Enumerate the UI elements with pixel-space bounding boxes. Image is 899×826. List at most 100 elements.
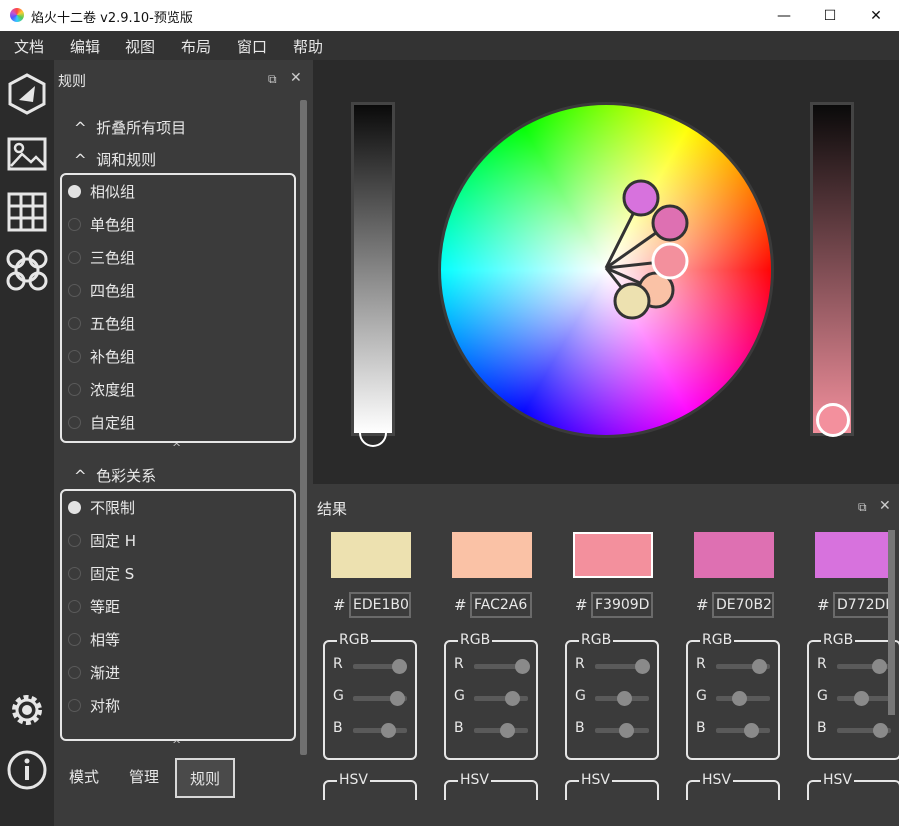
rgb-label: RGB: [337, 632, 372, 648]
slider-knob[interactable]: [634, 659, 650, 674]
channel-label: G: [696, 688, 707, 704]
hex-input[interactable]: F3909D: [591, 592, 653, 618]
channel-label: G: [333, 688, 344, 704]
slider-knob[interactable]: [752, 659, 767, 674]
float-panel-icon[interactable]: ⧉: [268, 72, 277, 87]
grid-icon[interactable]: [5, 190, 49, 234]
collapse-relation-icon[interactable]: ^: [172, 738, 181, 751]
color-swatch[interactable]: [815, 532, 895, 578]
channel-slider[interactable]: [353, 659, 407, 674]
float-panel-icon[interactable]: ⧉: [858, 500, 867, 515]
relation-option[interactable]: 不限制: [66, 496, 135, 518]
slider-knob[interactable]: [505, 691, 520, 706]
color-swatch[interactable]: [694, 532, 774, 578]
color-swatch[interactable]: [331, 532, 411, 578]
menu-document[interactable]: 文档: [14, 36, 44, 57]
close-panel-icon[interactable]: ✕: [290, 70, 302, 86]
slider-knob[interactable]: [871, 659, 887, 674]
hsv-group: HSV: [686, 772, 780, 800]
close-button[interactable]: ✕: [853, 0, 899, 31]
menu-window[interactable]: 窗口: [237, 36, 267, 57]
blend-icon[interactable]: [5, 248, 49, 292]
channel-label: R: [333, 656, 343, 672]
slider-knob[interactable]: [391, 659, 407, 674]
channel-slider[interactable]: [595, 659, 650, 674]
menu-help[interactable]: 帮助: [293, 36, 323, 57]
panel-scrollbar[interactable]: [300, 100, 307, 755]
slider-knob[interactable]: [499, 723, 515, 738]
saturation-slider[interactable]: [810, 102, 854, 437]
harmony-option[interactable]: 四色组: [66, 279, 135, 301]
color-marker[interactable]: [622, 179, 660, 217]
slider-knob[interactable]: [853, 691, 869, 706]
selected-color-marker[interactable]: [651, 242, 689, 280]
channel-slider[interactable]: [837, 723, 891, 738]
channel-slider[interactable]: [474, 659, 531, 674]
image-icon[interactable]: [5, 132, 49, 176]
harmony-option[interactable]: 单色组: [66, 213, 135, 235]
collapse-all-toggle[interactable]: ^ 折叠所有项目: [74, 117, 186, 138]
channel-slider[interactable]: [716, 691, 770, 706]
minimize-button[interactable]: —: [761, 0, 807, 31]
hex-input[interactable]: EDE1B0: [349, 592, 411, 618]
hex-input[interactable]: FAC2A6: [470, 592, 532, 618]
relation-option[interactable]: 固定 H: [66, 529, 136, 551]
color-swatch[interactable]: [573, 532, 653, 578]
relation-option[interactable]: 相等: [66, 628, 120, 650]
channel-slider[interactable]: [474, 723, 528, 738]
slider-knob[interactable]: [515, 659, 531, 674]
relation-option[interactable]: 等距: [66, 595, 120, 617]
gear-icon[interactable]: [5, 688, 49, 732]
channel-slider[interactable]: [837, 659, 891, 674]
harmony-section-toggle[interactable]: ^ 调和规则: [74, 149, 156, 170]
harmony-option[interactable]: 相似组: [66, 180, 135, 202]
channel-slider[interactable]: [716, 723, 770, 738]
harmony-option[interactable]: 补色组: [66, 345, 135, 367]
channel-slider[interactable]: [353, 691, 407, 706]
harmony-option[interactable]: 浓度组: [66, 378, 135, 400]
relation-section-toggle[interactable]: ^ 色彩关系: [74, 465, 156, 486]
slider-knob[interactable]: [389, 691, 405, 706]
slider-knob[interactable]: [732, 691, 748, 706]
info-icon[interactable]: [5, 748, 49, 792]
tab-rules[interactable]: 规则: [175, 758, 235, 798]
menu-edit[interactable]: 编辑: [70, 36, 100, 57]
relation-option[interactable]: 渐进: [66, 661, 120, 683]
channel-slider[interactable]: [474, 691, 528, 706]
wheel-icon[interactable]: [5, 72, 49, 116]
slider-knob[interactable]: [619, 723, 635, 738]
panel-title: 规则: [58, 74, 86, 90]
slider-knob[interactable]: [872, 723, 888, 738]
channel-slider[interactable]: [716, 659, 770, 674]
saturation-handle[interactable]: [816, 403, 850, 437]
harmony-option[interactable]: 五色组: [66, 312, 135, 334]
collapse-harmony-icon[interactable]: ^: [172, 441, 181, 454]
slider-knob[interactable]: [380, 723, 396, 738]
slider-knob[interactable]: [744, 723, 760, 738]
relation-option[interactable]: 固定 S: [66, 562, 134, 584]
relation-option[interactable]: 对称: [66, 694, 120, 716]
hex-input[interactable]: DE70B2: [712, 592, 774, 618]
menu-view[interactable]: 视图: [125, 36, 155, 57]
results-scrollbar[interactable]: [888, 530, 895, 715]
harmony-options-group: 相似组 单色组 三色组 四色组 五色组 补色组 浓度组 自定组: [60, 173, 296, 443]
slider-knob[interactable]: [617, 691, 632, 706]
tab-mode[interactable]: 模式: [54, 758, 114, 794]
color-marker[interactable]: [651, 204, 689, 242]
channel-slider[interactable]: [837, 691, 891, 706]
hex-input[interactable]: D772DD: [833, 592, 895, 618]
app-logo-icon: [10, 8, 24, 22]
hsv-group: HSV: [323, 772, 417, 800]
harmony-option[interactable]: 三色组: [66, 246, 135, 268]
channel-slider[interactable]: [595, 691, 649, 706]
tab-manage[interactable]: 管理: [114, 758, 174, 794]
color-marker[interactable]: [613, 282, 651, 320]
channel-slider[interactable]: [595, 723, 649, 738]
close-panel-icon[interactable]: ✕: [879, 498, 891, 514]
color-swatch[interactable]: [452, 532, 532, 578]
harmony-option[interactable]: 自定组: [66, 411, 135, 433]
menu-layout[interactable]: 布局: [181, 36, 211, 57]
rgb-label: RGB: [458, 632, 493, 648]
channel-slider[interactable]: [353, 723, 407, 738]
maximize-button[interactable]: ☐: [807, 0, 853, 31]
